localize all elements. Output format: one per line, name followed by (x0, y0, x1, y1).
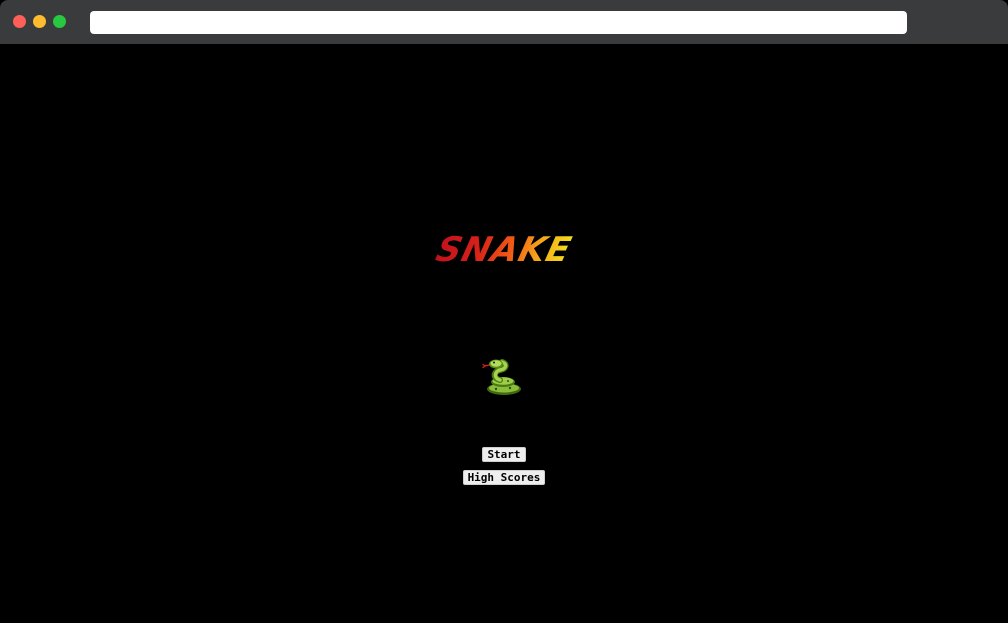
browser-window: SNAKE Start High Scores (0, 0, 1008, 623)
title-container: SNAKE (0, 230, 1008, 270)
address-bar[interactable] (90, 11, 907, 34)
close-window-button[interactable] (13, 15, 26, 28)
browser-titlebar (0, 0, 1008, 44)
maximize-window-button[interactable] (53, 15, 66, 28)
game-title: SNAKE (432, 230, 576, 270)
start-button[interactable]: Start (482, 447, 526, 462)
snake-icon (482, 358, 526, 398)
main-menu: Start High Scores (0, 447, 1008, 493)
minimize-window-button[interactable] (33, 15, 46, 28)
high-scores-button[interactable]: High Scores (462, 470, 546, 485)
game-screen: SNAKE Start High Scores (0, 44, 1008, 623)
